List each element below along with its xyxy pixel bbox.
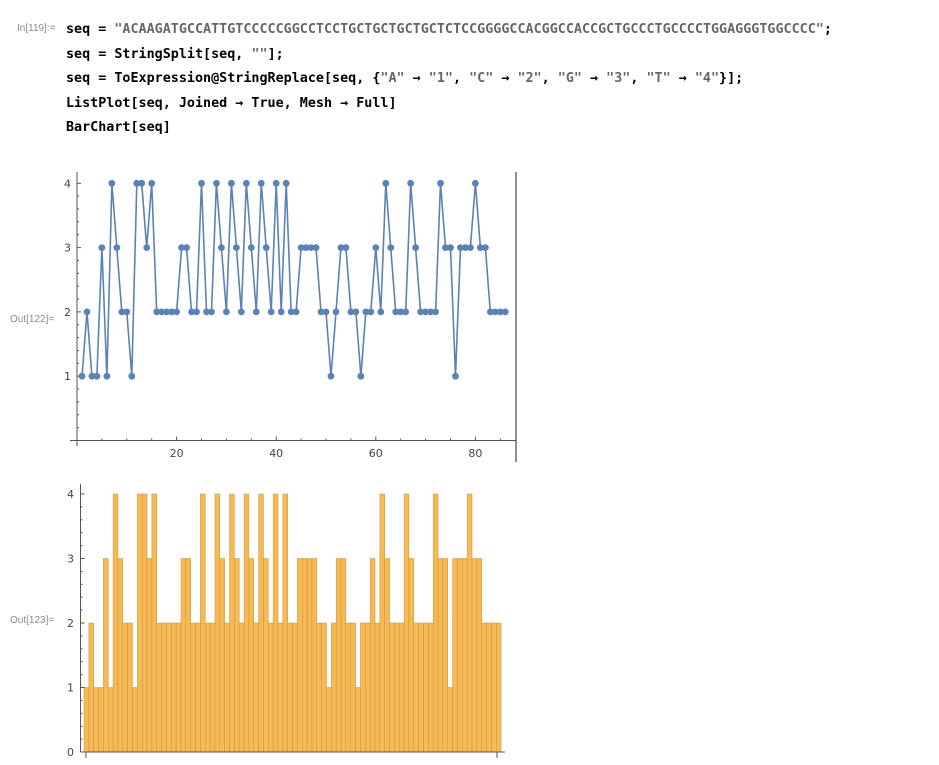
data-point bbox=[247, 244, 255, 252]
data-point bbox=[173, 308, 181, 316]
data-point bbox=[372, 244, 380, 252]
data-point bbox=[452, 372, 459, 380]
data-point bbox=[472, 179, 479, 187]
data-point bbox=[213, 179, 220, 187]
y-tick-label: 4 bbox=[64, 177, 71, 190]
data-point bbox=[208, 308, 215, 316]
data-point bbox=[242, 179, 250, 187]
data-point bbox=[252, 308, 260, 316]
data-point bbox=[437, 179, 444, 187]
data-point bbox=[78, 372, 86, 380]
data-point bbox=[382, 179, 390, 187]
data-point bbox=[93, 372, 101, 380]
data-point bbox=[257, 179, 265, 187]
data-point bbox=[237, 308, 245, 316]
data-point bbox=[447, 244, 454, 252]
data-point bbox=[227, 179, 235, 187]
data-point bbox=[198, 179, 205, 187]
data-point bbox=[103, 372, 111, 380]
data-point bbox=[352, 308, 360, 316]
x-tick-label: 80 bbox=[468, 447, 482, 460]
data-point bbox=[292, 308, 300, 316]
x-tick-label: 60 bbox=[369, 447, 383, 460]
y-tick-label: 3 bbox=[64, 242, 71, 255]
data-point bbox=[232, 244, 240, 252]
data-point bbox=[387, 244, 395, 252]
data-point bbox=[183, 244, 190, 252]
data-point bbox=[342, 244, 350, 252]
data-point bbox=[327, 372, 335, 380]
data-point bbox=[367, 308, 375, 316]
data-point bbox=[312, 244, 320, 252]
x-tick-label: 40 bbox=[269, 447, 283, 460]
data-point bbox=[108, 179, 116, 187]
data-point bbox=[138, 179, 146, 187]
data-point bbox=[407, 179, 415, 187]
data-point bbox=[123, 308, 131, 316]
data-point bbox=[412, 244, 420, 252]
series-line bbox=[81, 182, 506, 378]
y-tick-label: 1 bbox=[64, 370, 71, 383]
data-point bbox=[432, 308, 439, 316]
output-cell-label-2: Out[123]= bbox=[10, 615, 55, 626]
x-tick-label: 20 bbox=[170, 447, 184, 460]
data-point bbox=[128, 372, 136, 380]
data-point bbox=[402, 308, 410, 316]
data-point bbox=[357, 372, 365, 380]
list-plot: 20 40 60 80 1 2 3 4 bbox=[64, 172, 517, 462]
data-point bbox=[332, 308, 340, 316]
data-point bbox=[223, 308, 230, 316]
data-point bbox=[262, 244, 270, 252]
data-point bbox=[501, 308, 509, 316]
data-point bbox=[267, 308, 275, 316]
data-point bbox=[282, 179, 290, 187]
data-point bbox=[143, 244, 151, 252]
data-point bbox=[481, 244, 489, 252]
data-point bbox=[272, 179, 280, 187]
data-point bbox=[277, 308, 285, 316]
data-point bbox=[83, 308, 91, 316]
data-point bbox=[322, 308, 330, 316]
data-point bbox=[377, 308, 385, 316]
data-point bbox=[193, 308, 200, 316]
data-point bbox=[467, 244, 474, 252]
data-point bbox=[98, 244, 106, 252]
data-point bbox=[113, 244, 121, 252]
data-point bbox=[148, 179, 156, 187]
data-point bbox=[218, 244, 225, 252]
y-tick-label: 2 bbox=[64, 306, 71, 319]
